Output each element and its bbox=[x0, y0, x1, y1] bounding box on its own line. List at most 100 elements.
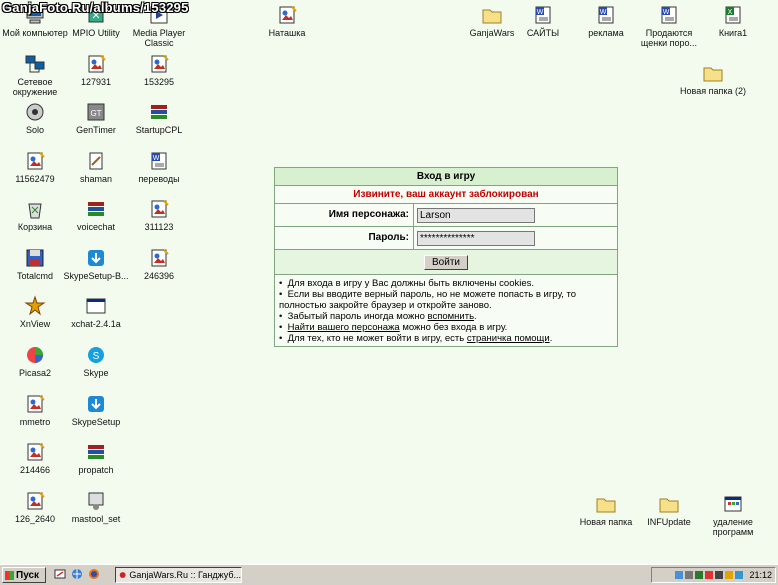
desktop-icon-label: 153295 bbox=[143, 77, 175, 87]
desktop-icon-label: Новая папка (2) bbox=[680, 86, 746, 96]
desktop-icon-propatch[interactable]: propatch bbox=[61, 441, 131, 475]
installer-icon bbox=[85, 247, 107, 269]
start-button[interactable]: Пуск bbox=[2, 567, 46, 583]
svg-text:W: W bbox=[537, 9, 544, 16]
desktop-icon-11562479[interactable]: 11562479 bbox=[0, 150, 70, 184]
desktop-icon-skype[interactable]: S Skype bbox=[61, 344, 131, 378]
desktop-icon-246396[interactable]: 246396 bbox=[124, 247, 194, 281]
desktop-icon-reklama[interactable]: Wреклама bbox=[571, 4, 641, 38]
desktop-icon-127931[interactable]: 127931 bbox=[61, 53, 131, 87]
desktop-icon-network[interactable]: Сетевое окружение bbox=[0, 53, 70, 97]
info-text: Для входа в игру у Вас должны быть включ… bbox=[287, 278, 535, 289]
desktop-icon-recycle[interactable]: Корзина bbox=[0, 198, 70, 232]
desktop-icon-solo[interactable]: Solo bbox=[0, 101, 70, 135]
desktop-icon-mmetro[interactable]: mmetro bbox=[0, 393, 70, 427]
desktop-icon-label: SkypeSetup bbox=[71, 417, 121, 427]
desktop-icon-label: Корзина bbox=[17, 222, 53, 232]
watermark-text: GanjaFoto.Ru/albums/153295 bbox=[2, 0, 189, 15]
desktop-icon-label: MPIO Utility bbox=[72, 28, 120, 38]
desktop-icon-voicechat[interactable]: voicechat bbox=[61, 198, 131, 232]
desktop-icon-skypesetup-b[interactable]: SkypeSetup-B... bbox=[61, 247, 131, 281]
svg-text:W: W bbox=[600, 9, 607, 16]
desktop-icon-new-folder[interactable]: Новая папка bbox=[571, 493, 641, 527]
desktop-icon-label: shaman bbox=[79, 174, 113, 184]
desktop-icon-natashka[interactable]: Наташка bbox=[252, 4, 322, 38]
desktop-icon-gentimer[interactable]: GT GenTimer bbox=[61, 101, 131, 135]
desktop-icon-214466[interactable]: 214466 bbox=[0, 441, 70, 475]
image-file-icon bbox=[24, 441, 46, 463]
desktop-icon-label: XnView bbox=[19, 319, 51, 329]
info-item: • Для тех, кто не может войти в игру, ес… bbox=[279, 333, 553, 344]
character-name-input[interactable] bbox=[417, 207, 535, 223]
browser-window-icon bbox=[119, 572, 126, 578]
antivirus-tray-icon[interactable] bbox=[705, 571, 714, 579]
desktop-icon-saity[interactable]: W САЙТЫ bbox=[508, 4, 578, 38]
desktop-icon-picasa2[interactable]: Picasa2 bbox=[0, 344, 70, 378]
desktop-icon-label: 126_2640 bbox=[14, 514, 56, 524]
desktop-icon-label: INFUpdate bbox=[647, 517, 691, 527]
desktop-icon-new-folder-2[interactable]: Новая папка (2) bbox=[678, 62, 748, 96]
desktop-icon-label: xchat-2.4.1a bbox=[71, 319, 121, 329]
desktop-icon-shaman[interactable]: shaman bbox=[61, 150, 131, 184]
keyboard-tray-icon[interactable] bbox=[685, 571, 694, 579]
desktop-icon-label: 11562479 bbox=[15, 174, 55, 184]
folder-icon bbox=[595, 493, 617, 515]
desktop-icon-totalcmd[interactable]: Totalcmd bbox=[0, 247, 70, 281]
login-info-list: • Для входа в игру у Вас должны быть вкл… bbox=[275, 275, 617, 346]
browser-quicklaunch-icon[interactable] bbox=[71, 568, 83, 580]
svg-text:W: W bbox=[153, 155, 160, 162]
folder-icon bbox=[658, 493, 680, 515]
desktop-icon-xnview[interactable]: XnView bbox=[0, 295, 70, 329]
login-button[interactable]: Войти bbox=[424, 254, 468, 270]
desktop-icon-label: САЙТЫ bbox=[526, 28, 560, 38]
desktop-icon-153295[interactable]: 153295 bbox=[124, 53, 194, 87]
find-character-link[interactable]: Найти вашего персонажа bbox=[288, 322, 400, 333]
installer-icon bbox=[85, 393, 107, 415]
password-input[interactable] bbox=[417, 230, 535, 246]
messenger-tray-icon[interactable] bbox=[725, 571, 734, 579]
update-tray-icon[interactable] bbox=[735, 571, 744, 579]
firefox-quicklaunch-icon[interactable] bbox=[88, 568, 100, 580]
desktop-icon-126_2640[interactable]: 126_2640 bbox=[0, 490, 70, 524]
desktop-icon-uninstall[interactable]: удаление программ bbox=[698, 493, 768, 537]
desktop-icon-prodayutsya[interactable]: W Продаются щенки поро... bbox=[634, 4, 704, 48]
desktop-icon-perevody[interactable]: Wпереводы bbox=[124, 150, 194, 184]
info-text: . bbox=[549, 333, 553, 344]
desktop-icon-label: Продаются щенки поро... bbox=[640, 28, 698, 48]
desktop-icon-label: Сетевое окружение bbox=[12, 77, 58, 97]
clock[interactable]: 21:12 bbox=[749, 570, 772, 580]
desktop-icon-311123[interactable]: 311123 bbox=[124, 198, 194, 232]
desktop-icon-skypesetup[interactable]: SkypeSetup bbox=[61, 393, 131, 427]
network-tray-icon[interactable] bbox=[675, 571, 684, 579]
desktop-icon-kniga1[interactable]: X Книга1 bbox=[698, 4, 768, 38]
network-icon bbox=[24, 53, 46, 75]
desktop-icon-mastool[interactable]: mastool_set bbox=[61, 490, 131, 524]
desktop-icon-infupdate[interactable]: INFUpdate bbox=[634, 493, 704, 527]
image-file-icon bbox=[276, 4, 298, 26]
help-page-link[interactable]: страничка помощи bbox=[467, 333, 550, 344]
sound-tray-icon[interactable] bbox=[695, 571, 704, 579]
archive-icon bbox=[85, 198, 107, 220]
taskbar-window-ganjawars[interactable]: GanjaWars.Ru :: Ганджуб... bbox=[115, 567, 242, 583]
desktop-icon-startupcpl[interactable]: StartupCPL bbox=[124, 101, 194, 135]
folder-icon bbox=[702, 62, 724, 84]
timer-icon: GT bbox=[85, 101, 107, 123]
name-row: Имя персонажа: bbox=[275, 204, 617, 227]
remember-password-link[interactable]: вспомнить bbox=[428, 311, 475, 322]
desktop-icon-xchat[interactable]: xchat-2.4.1a bbox=[61, 295, 131, 329]
svg-text:S: S bbox=[93, 351, 100, 362]
desktop-icon-label: mmetro bbox=[19, 417, 51, 427]
desktop-icon-label: удаление программ bbox=[712, 517, 754, 537]
info-text: Забытый пароль иногда можно bbox=[287, 311, 428, 322]
word-doc-icon: W bbox=[658, 4, 680, 26]
setup-icon bbox=[85, 490, 107, 512]
desktop-icon-label: реклама bbox=[588, 28, 624, 38]
window-icon bbox=[85, 295, 107, 317]
security-tray-icon[interactable] bbox=[715, 571, 724, 579]
skype-icon: S bbox=[85, 344, 107, 366]
desktop-icon-label: Мой компьютер bbox=[2, 28, 68, 38]
desktop-icon-label: voicechat bbox=[76, 222, 116, 232]
desktop-icon-label: Media Player Classic bbox=[132, 28, 186, 48]
desktop-quicklaunch-icon[interactable] bbox=[54, 568, 66, 580]
floppy-icon bbox=[24, 247, 46, 269]
